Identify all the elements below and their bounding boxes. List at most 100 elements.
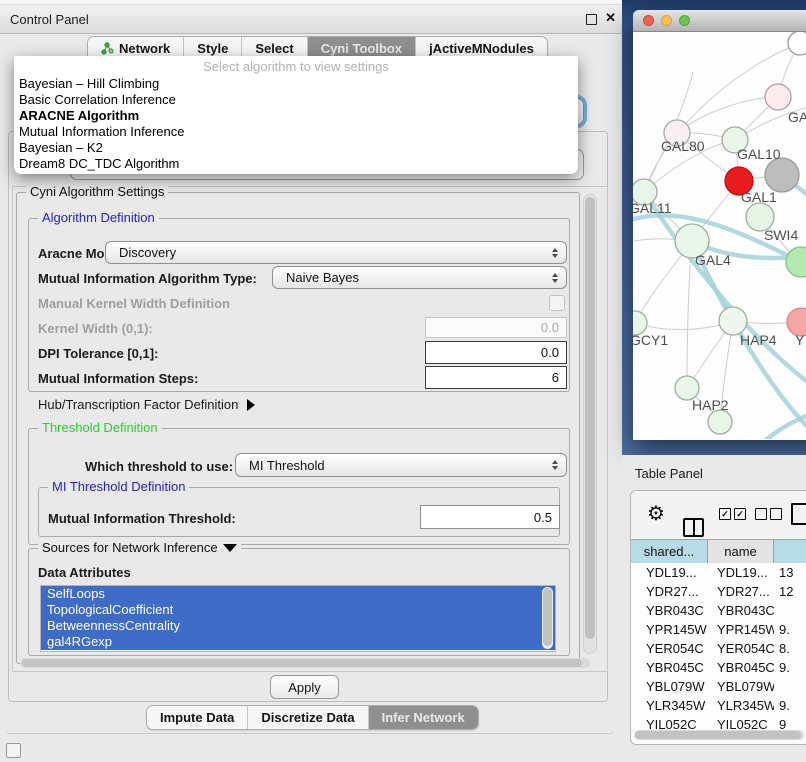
network-edge-thick[interactable]	[763, 409, 806, 439]
mi-type-combobox[interactable]: Naive Bayes	[272, 266, 567, 289]
network-edge[interactable]	[677, 97, 778, 133]
network-node[interactable]	[719, 307, 747, 335]
network-node-label: GAL4	[695, 252, 731, 268]
table-cell: YBL079W	[708, 679, 774, 694]
table-column-header[interactable]: shared...	[631, 540, 708, 563]
settings-horizontal-scrollbar[interactable]	[20, 658, 590, 668]
network-node-label: GAL1	[741, 189, 777, 205]
network-node[interactable]	[788, 32, 806, 55]
zoom-traffic-icon[interactable]	[679, 15, 690, 26]
table-cell: 9.	[774, 622, 806, 637]
manual-kernel-checkbox[interactable]	[549, 295, 565, 311]
algorithm-option[interactable]: Basic Correlation Inference	[14, 92, 578, 108]
mi-steps-input[interactable]: 6	[425, 366, 567, 389]
attribute-list-item[interactable]: BetweennessCentrality	[41, 618, 555, 634]
tab-impute-data[interactable]: Impute Data	[147, 706, 248, 729]
apply-button-label: Apply	[288, 680, 321, 695]
table-cell: 9	[774, 717, 806, 729]
dpi-tolerance-input[interactable]: 0.0	[425, 341, 567, 364]
panel-bottom-edge	[6, 730, 614, 734]
which-threshold-label: Which threshold to use:	[85, 459, 233, 474]
network-canvas[interactable]: GALGAL80GAL10GAL1GAL11SWI4GAL4GCY1HAP4YH…	[633, 32, 806, 439]
attribute-list-item[interactable]: gal4RGexp	[41, 634, 555, 650]
stepper-arrows-icon	[552, 248, 558, 258]
table-column-header[interactable]: name	[708, 540, 774, 563]
dpi-tolerance-label: DPI Tolerance [0,1]:	[38, 346, 158, 361]
table-cell: YBR045C	[631, 660, 708, 675]
network-node-label: SWI4	[764, 227, 798, 243]
tab-label: Infer Network	[382, 710, 465, 725]
table-row[interactable]: YIL052CYIL052C9	[631, 715, 806, 729]
table-row[interactable]: YLR345WYLR345W9.	[631, 696, 806, 715]
which-threshold-combobox[interactable]: MI Threshold	[235, 453, 567, 477]
table-cell: YIL052C	[631, 717, 708, 729]
attribute-list-item[interactable]: TopologicalCoefficient	[41, 602, 555, 618]
minimized-panel-icon[interactable]	[6, 743, 21, 758]
deselect-all-checkboxes-icon[interactable]	[755, 508, 782, 520]
mi-type-label: Mutual Information Algorithm Type:	[38, 271, 257, 286]
table-row[interactable]: YER054CYER054C8.	[631, 639, 806, 658]
mi-threshold-value: 0.5	[534, 510, 552, 525]
sources-title-row[interactable]: Sources for Network Inference	[38, 540, 241, 555]
close-traffic-icon[interactable]	[643, 15, 654, 26]
close-icon[interactable]: ✕	[605, 10, 616, 26]
minimize-traffic-icon[interactable]	[661, 15, 672, 26]
collapse-arrow-icon	[223, 544, 237, 552]
network-window-titlebar[interactable]	[633, 10, 806, 32]
table-header-row: shared...name	[631, 539, 806, 564]
control-panel-header: Control Panel ✕	[0, 5, 622, 34]
algorithm-option[interactable]: Bayesian – Hill Climbing	[14, 76, 578, 92]
split-columns-icon[interactable]	[683, 518, 704, 537]
select-all-checkboxes-icon[interactable]: ✓✓	[719, 508, 746, 520]
mi-type-value: Naive Bayes	[286, 270, 359, 285]
table-cell: YLR345W	[708, 698, 774, 713]
float-window-icon[interactable]	[586, 14, 597, 25]
network-node-label: GAL80	[661, 138, 705, 154]
table-row[interactable]: YPR145WYPR145W9.	[631, 620, 806, 639]
tab-label: Select	[255, 41, 293, 56]
algorithm-option[interactable]: Mutual Information Inference	[14, 124, 578, 140]
cyni-bottom-tabbar: Impute Data Discretize Data Infer Networ…	[146, 705, 479, 730]
table-row[interactable]: YBL079WYBL079W	[631, 677, 806, 696]
network-node[interactable]	[765, 158, 799, 192]
kernel-width-label: Kernel Width (0,1):	[38, 321, 153, 336]
aracne-mode-combobox[interactable]: Discovery	[105, 241, 567, 264]
table-row[interactable]: YBR043CYBR043C	[631, 601, 806, 620]
network-node-label: HAP4	[740, 332, 777, 348]
network-node[interactable]	[765, 84, 791, 110]
mi-threshold-label: Mutual Information Threshold:	[48, 511, 236, 526]
data-attributes-list[interactable]: SelfLoopsTopologicalCoefficientBetweenne…	[40, 585, 556, 652]
table-horizontal-scrollbar[interactable]	[634, 730, 804, 740]
table-cell: YBL079W	[631, 679, 708, 694]
table-row[interactable]: YDR27...YDR27...12	[631, 582, 806, 601]
network-view-window[interactable]: GALGAL80GAL10GAL1GAL11SWI4GAL4GCY1HAP4YH…	[633, 10, 806, 440]
tab-discretize-data[interactable]: Discretize Data	[248, 706, 368, 729]
table-column-header[interactable]	[774, 540, 806, 563]
algorithm-option[interactable]: Dream8 DC_TDC Algorithm	[14, 156, 578, 172]
dpi-tolerance-value: 0.0	[541, 345, 559, 360]
table-cell: YBR043C	[631, 603, 708, 618]
mi-threshold-input[interactable]: 0.5	[420, 505, 560, 529]
application-window: Control Panel ✕ Network Style	[0, 0, 806, 762]
expand-arrow-icon	[247, 399, 255, 411]
settings-vertical-scrollbar[interactable]	[583, 194, 597, 654]
hub-definition-expander[interactable]: Hub/Transcription Factor Definition	[38, 397, 255, 412]
network-node[interactable]	[708, 410, 732, 434]
table-settings-gear-icon[interactable]: ⚙	[647, 504, 665, 524]
table-row[interactable]: YDL19...YDL19...13	[631, 563, 806, 582]
algorithm-option[interactable]: ARACNE Algorithm	[14, 108, 578, 124]
table-panel-header: Table Panel	[622, 455, 806, 490]
table-cell: YPR145W	[631, 622, 708, 637]
attribute-list-item[interactable]: SelfLoops	[41, 586, 555, 602]
mi-steps-value: 6	[552, 370, 559, 385]
kernel-width-input[interactable]: 0.0	[425, 317, 567, 338]
list-scrollbar[interactable]	[542, 587, 553, 649]
tab-label: Discretize Data	[261, 710, 354, 725]
apply-button[interactable]: Apply	[270, 675, 339, 699]
table-panel: ⚙ ✓✓ shared...name YDL19...YDL19...13YDR…	[630, 490, 806, 745]
network-edge[interactable]	[635, 321, 733, 330]
tab-infer-network[interactable]: Infer Network	[369, 706, 478, 729]
table-row[interactable]: YBR045CYBR045C9.	[631, 658, 806, 677]
algorithm-option[interactable]: Bayesian – K2	[14, 140, 578, 156]
new-table-file-icon[interactable]	[791, 503, 806, 525]
